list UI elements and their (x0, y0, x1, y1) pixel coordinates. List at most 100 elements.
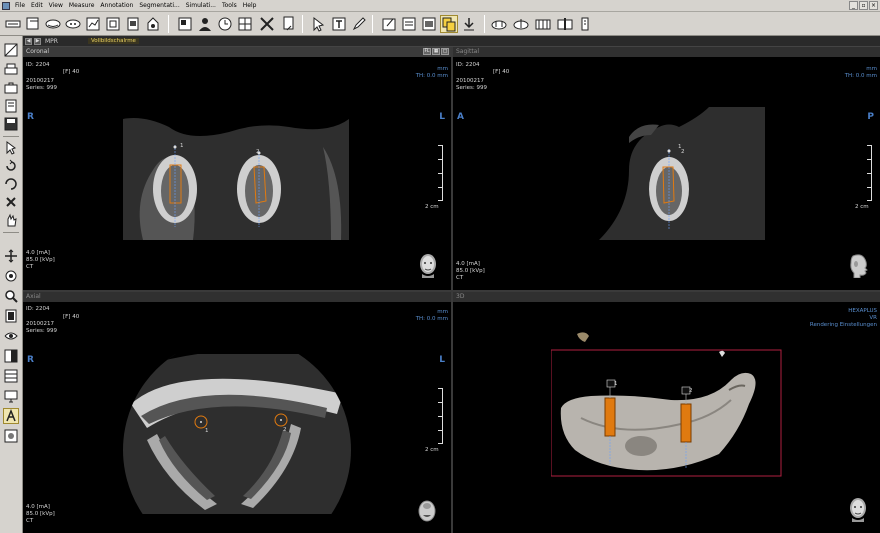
cursor-icon[interactable] (310, 15, 328, 33)
sagittal-ct-image[interactable] (599, 107, 765, 240)
head-front-icon[interactable] (417, 252, 439, 278)
restore-button[interactable]: ▫ (859, 1, 868, 10)
menu-tools[interactable]: Tools (219, 2, 240, 9)
close-button[interactable]: × (869, 1, 878, 10)
coronal-orient-right: L (439, 112, 445, 122)
window-controls: _ ▫ × (849, 1, 878, 10)
3d-implant-label-1: 1 (614, 381, 618, 387)
coronal-ct-image[interactable] (123, 107, 349, 240)
nav-forward-button[interactable]: ▶ (34, 37, 41, 45)
coronal-view[interactable]: Coronal FL ▦ □ ID: 2204 [F] 40 20100217 … (23, 47, 451, 290)
crossection-icon[interactable] (24, 15, 42, 33)
head-top-icon[interactable] (416, 497, 438, 523)
3d-view[interactable]: 3D HEXAPLUS VR Rendering Einstellungen 1… (453, 292, 880, 533)
save-icon[interactable] (3, 116, 19, 132)
screen-icon[interactable] (3, 388, 19, 404)
sagittal-patient-id: ID: 2204 (456, 62, 480, 68)
axial-scale-bar (437, 388, 443, 444)
menu-file[interactable]: File (12, 2, 28, 9)
implant-group-icon[interactable] (490, 15, 508, 33)
mpr-label: MPR (45, 37, 58, 45)
axial-view-title: Axial (26, 293, 41, 300)
coronal-layout-button[interactable]: ▦ (432, 48, 440, 55)
rotate-icon[interactable] (3, 158, 19, 174)
case-icon[interactable] (3, 80, 19, 96)
menu-annotation[interactable]: Annotation (97, 2, 136, 9)
menu-edit[interactable]: Edit (28, 2, 46, 9)
undo-icon[interactable] (3, 176, 19, 192)
toolbar-separator (302, 15, 303, 33)
skull-icon[interactable] (44, 15, 62, 33)
layer-icon[interactable] (3, 308, 19, 324)
note-icon[interactable] (380, 15, 398, 33)
chart-icon[interactable] (84, 15, 102, 33)
sagittal-thickness: TH: 0.0 mm (844, 73, 877, 79)
app-icon[interactable] (2, 1, 10, 10)
settings-icon[interactable] (216, 15, 234, 33)
export-icon[interactable] (144, 15, 162, 33)
menu-measure[interactable]: Measure (66, 2, 98, 9)
axial-ct-image[interactable] (121, 354, 353, 514)
eye-icon[interactable] (3, 328, 19, 344)
tools-icon[interactable] (258, 15, 276, 33)
hand-icon[interactable] (3, 212, 19, 228)
book-icon[interactable] (576, 15, 594, 33)
density-icon[interactable] (3, 428, 19, 444)
sheet-icon[interactable] (400, 15, 418, 33)
window-level-icon[interactable] (3, 42, 19, 58)
sagittal-orient-right: P (867, 112, 874, 122)
implant-set-icon[interactable] (534, 15, 552, 33)
nav-back-button[interactable]: ◀ (25, 37, 32, 45)
sagittal-scale-label: 2 cm (855, 204, 869, 210)
coronal-flag-button[interactable]: FL (423, 48, 431, 55)
axial-view-header: Axial (23, 292, 451, 302)
minimize-button[interactable]: _ (849, 1, 858, 10)
patient-icon[interactable] (196, 15, 214, 33)
grid-icon[interactable] (3, 368, 19, 384)
3d-rendering[interactable] (551, 328, 783, 478)
zoom-reset-icon[interactable] (3, 268, 19, 284)
sagittal-view[interactable]: Sagittal ID: 2204 [F] 40 20100217 Series… (453, 47, 880, 290)
menu-help[interactable]: Help (240, 2, 260, 9)
implant-single-icon[interactable] (556, 15, 574, 33)
print-icon-left[interactable] (3, 98, 19, 114)
delete-icon[interactable] (3, 194, 19, 210)
toolbar-separator (168, 15, 169, 33)
pen-icon[interactable] (350, 15, 368, 33)
arrow-icon[interactable] (3, 140, 19, 156)
frame-icon[interactable] (420, 15, 438, 33)
screenshot-icon[interactable] (176, 15, 194, 33)
axial-patient-id: ID: 2204 (26, 306, 50, 312)
menu-segmentation[interactable]: Segmentati... (136, 2, 182, 9)
coronal-view-header: Coronal FL ▦ □ (23, 47, 451, 57)
copy-icon[interactable] (440, 15, 458, 33)
template-icon[interactable] (280, 15, 298, 33)
left-toolbar-separator (3, 232, 19, 233)
coronal-maximize-button[interactable]: □ (441, 48, 449, 55)
axial-ma: 4.0 [mA] (26, 504, 50, 510)
magnifier-icon[interactable] (3, 288, 19, 304)
print-icon[interactable] (124, 15, 142, 33)
contrast-icon[interactable] (3, 348, 19, 364)
text-icon[interactable] (330, 15, 348, 33)
printer-icon[interactable] (3, 62, 19, 78)
coronal-date: 20100217 (26, 78, 54, 84)
dental-chart-icon[interactable] (236, 15, 254, 33)
axial-view[interactable]: Axial ID: 2204 [F] 40 20100217 Series: 9… (23, 292, 451, 533)
axial-date: 20100217 (26, 321, 54, 327)
annotate-a-icon[interactable] (3, 408, 19, 424)
panorama-icon[interactable] (4, 15, 22, 33)
download-icon[interactable] (460, 15, 478, 33)
menu-view[interactable]: View (46, 2, 66, 9)
head-3d-icon[interactable] (847, 496, 869, 522)
menu-simulation[interactable]: Simulati... (183, 2, 219, 9)
3d-render-settings-link[interactable]: Rendering Einstellungen (810, 322, 877, 329)
measure-box-icon[interactable] (104, 15, 122, 33)
axial-implant-label-2: 2 (283, 427, 287, 433)
pan-icon[interactable] (3, 248, 19, 264)
horizontal-splitter[interactable] (23, 290, 880, 292)
mpr-fullscreen-tab[interactable]: Vollbildschalrme (87, 38, 139, 44)
implant-flip-icon[interactable] (512, 15, 530, 33)
skull-3d-icon[interactable] (64, 15, 82, 33)
head-side-icon[interactable] (847, 252, 869, 278)
